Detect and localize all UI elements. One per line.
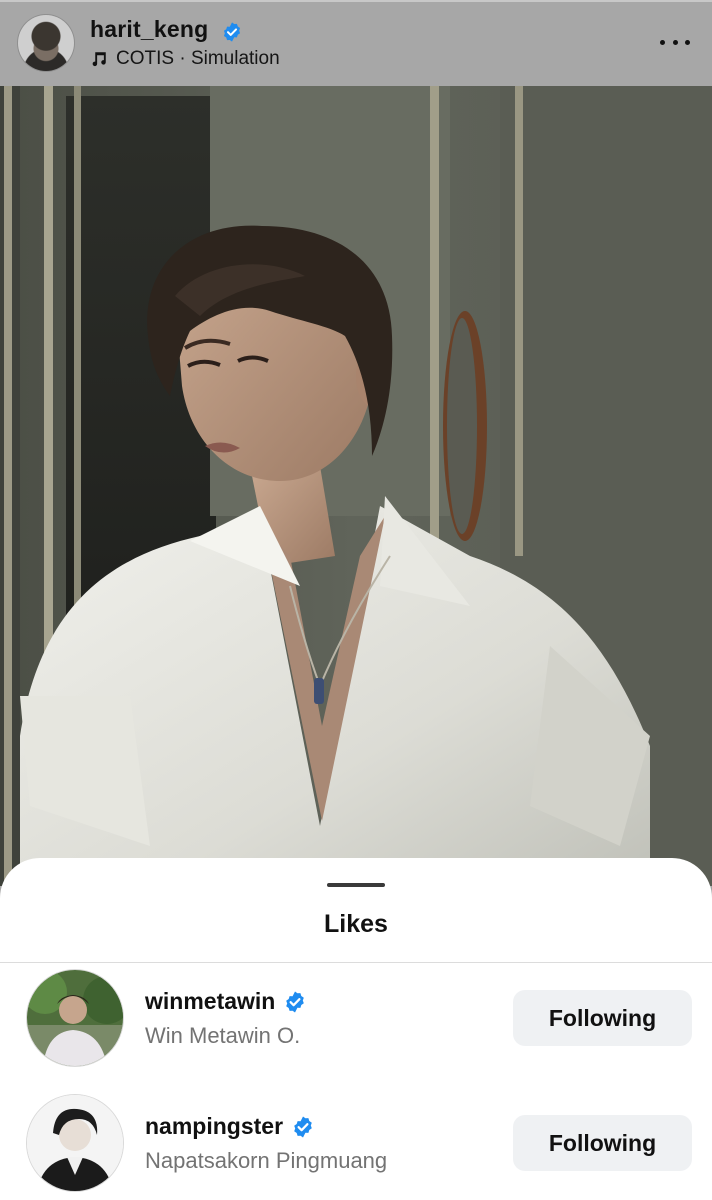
more-options-icon [660,39,665,45]
post-photo-illustration [0,86,712,886]
user-avatar[interactable] [27,970,123,1066]
screen: harit_keng COTIS · Simulation Likes winm… [0,0,712,1200]
like-row[interactable]: nampingster Napatsakorn Pingmuang Follow… [0,1095,712,1200]
more-options-button[interactable] [660,30,690,54]
divider [0,962,712,963]
likes-title: Likes [324,910,388,938]
verified-badge-icon [294,1116,312,1137]
music-track-label: COTIS · Simulation [116,48,280,69]
user-username-wrap[interactable]: winmetawin [145,988,307,1015]
like-row[interactable]: winmetawin Win Metawin O. Following [0,970,712,1080]
music-track[interactable]: COTIS · Simulation [90,48,280,70]
verified-badge-icon [223,22,241,42]
post-photo[interactable] [0,86,712,886]
user-avatar[interactable] [27,1095,123,1191]
user-username[interactable]: winmetawin [145,988,275,1015]
user-username-wrap[interactable]: nampingster [145,1113,315,1140]
following-button[interactable]: Following [513,990,692,1046]
user-full-name: Win Metawin O. [145,1023,301,1048]
author-username[interactable]: harit_keng [90,16,208,43]
drag-handle[interactable] [327,883,385,887]
author-avatar[interactable] [18,15,74,71]
likes-sheet: Likes winmetawin Win Metawin O. Followin… [0,858,712,1200]
following-button[interactable]: Following [513,1115,692,1171]
user-full-name: Napatsakorn Pingmuang [145,1148,388,1173]
music-note-icon [92,52,106,67]
user-username[interactable]: nampingster [145,1113,283,1140]
verified-badge-icon [286,991,305,1012]
post-header: harit_keng COTIS · Simulation [0,0,712,86]
